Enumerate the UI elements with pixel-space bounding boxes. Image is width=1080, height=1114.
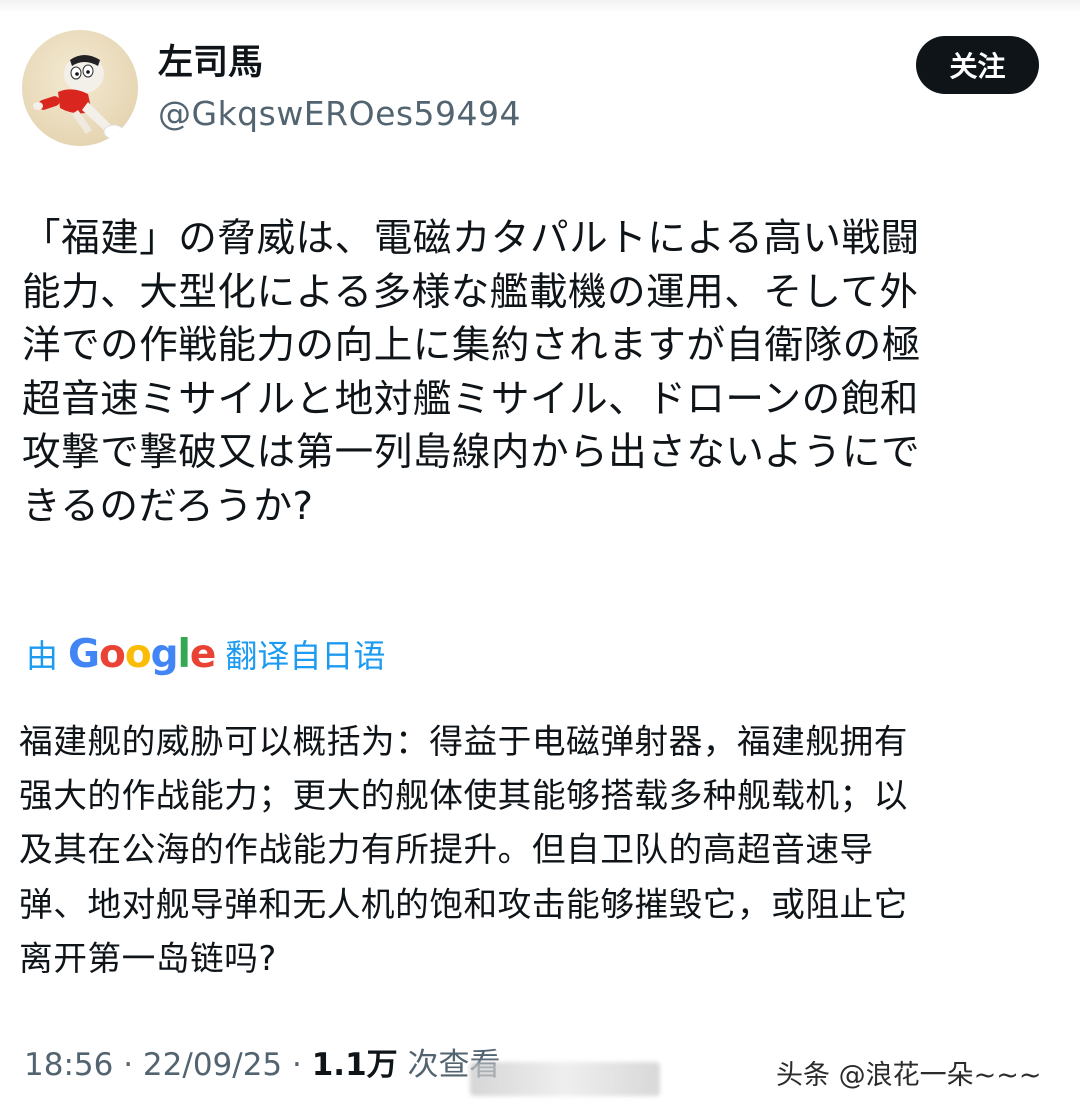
display-name[interactable]: 左司馬 bbox=[158, 38, 263, 88]
post-meta: 18:56 · 22/09/25 · 1.1万 次查看 bbox=[24, 1042, 501, 1088]
translation-attribution[interactable]: 由 Google 翻译自日语 bbox=[26, 632, 385, 679]
blurred-region bbox=[470, 1062, 660, 1096]
meta-separator: · bbox=[292, 1047, 302, 1083]
post-time[interactable]: 18:56 bbox=[24, 1047, 113, 1083]
avatar-figure-icon bbox=[33, 55, 125, 140]
watermark: 头条 @浪花一朵~~~ bbox=[776, 1060, 1042, 1091]
post-translated-text: 福建舰的威胁可以概括为：得益于电磁弹射器，福建舰拥有 强大的作战能力；更大的舰体… bbox=[19, 722, 908, 978]
translate-suffix: 翻译自日语 bbox=[225, 637, 386, 675]
top-band bbox=[0, 0, 1080, 14]
meta-separator: · bbox=[123, 1047, 134, 1083]
user-handle[interactable]: @GkqswEROes59494 bbox=[158, 91, 521, 137]
follow-button[interactable]: 关注 bbox=[916, 36, 1039, 94]
translate-prefix: 由 bbox=[26, 637, 59, 675]
view-count: 1.1万 bbox=[311, 1047, 398, 1083]
google-logo: Google bbox=[68, 632, 216, 677]
post-original-text: 「福建」の脅威は、電磁カタパルトによる高い戦闘 能力、大型化による多様な艦載機の… bbox=[22, 216, 921, 529]
post-date[interactable]: 22/09/25 bbox=[143, 1047, 282, 1083]
avatar[interactable] bbox=[22, 30, 138, 146]
